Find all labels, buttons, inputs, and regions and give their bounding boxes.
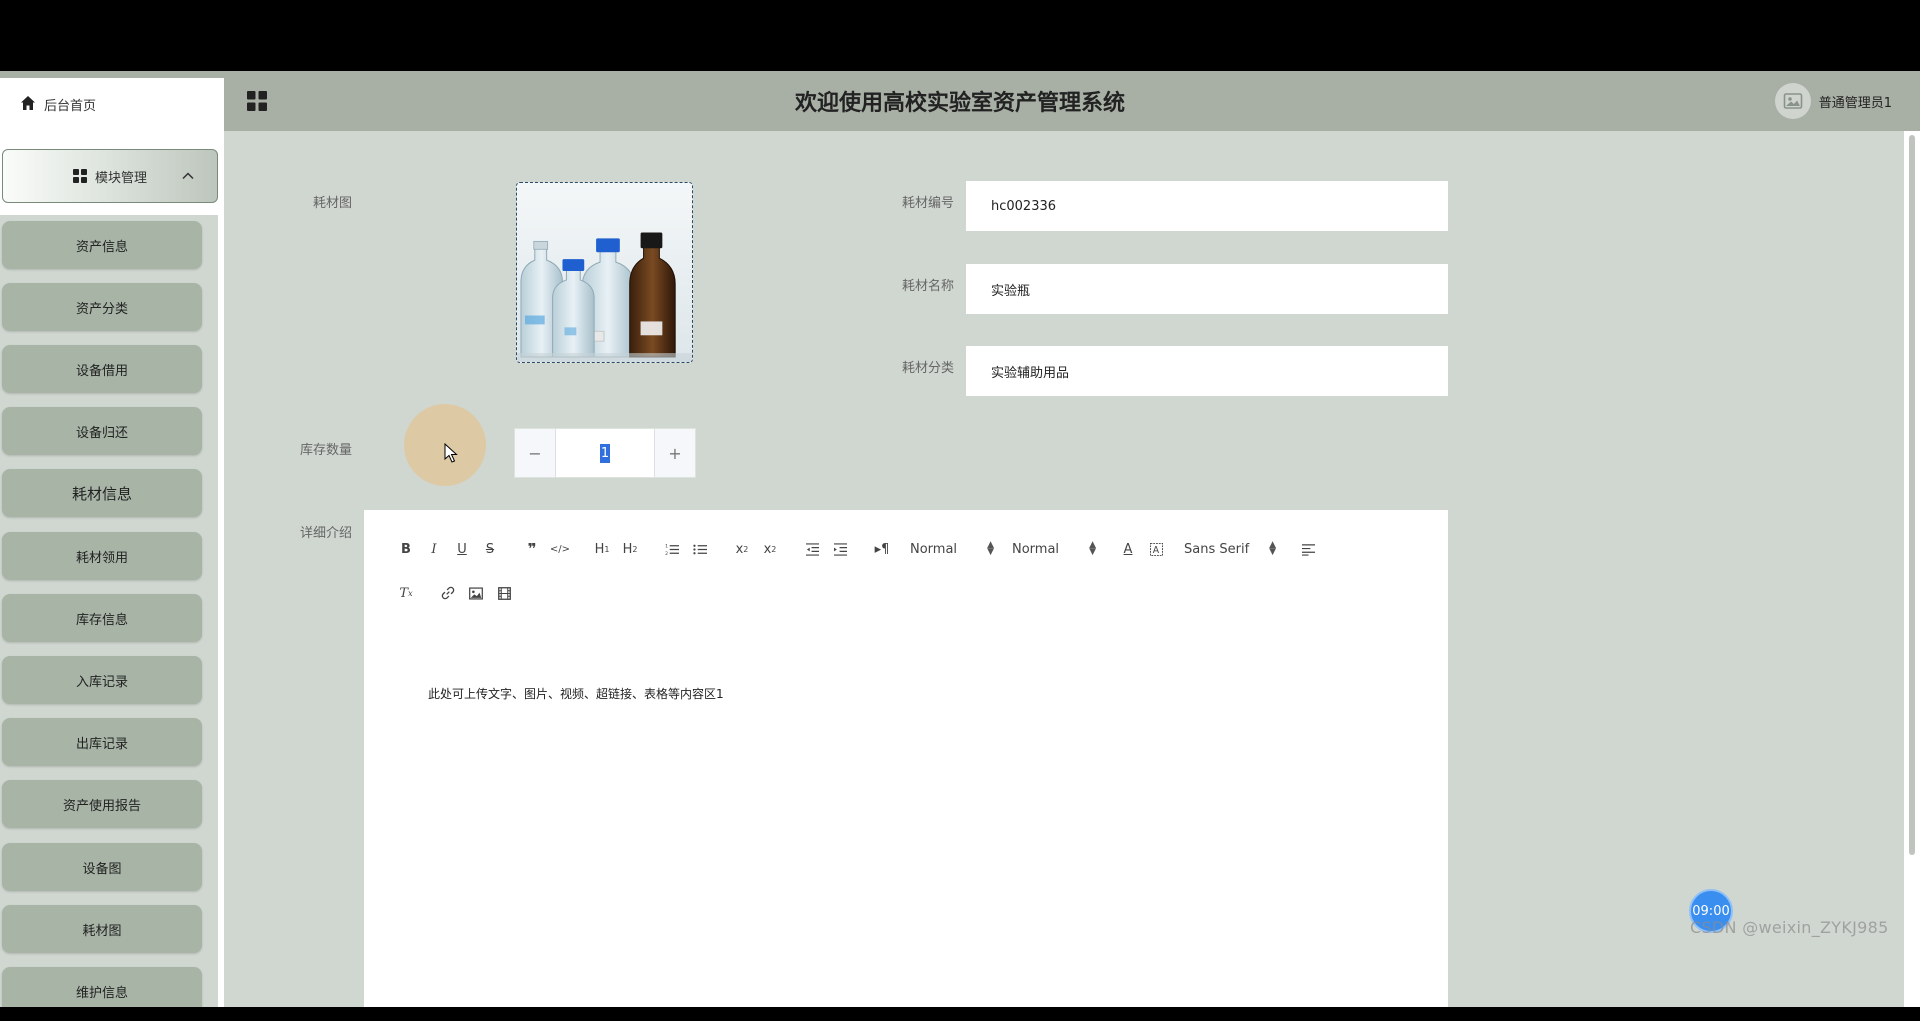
- sidebar-item-inbound-records[interactable]: 入库记录: [2, 656, 202, 704]
- bullet-list-icon[interactable]: [686, 538, 714, 560]
- heading1-icon[interactable]: H1: [588, 538, 616, 560]
- heading2-icon[interactable]: H2: [616, 538, 644, 560]
- code-label: 耗材编号: [901, 196, 954, 211]
- underline-icon[interactable]: U: [448, 538, 476, 560]
- sidebar-item-consumable-chart[interactable]: 耗材图: [2, 905, 202, 953]
- decrement-button[interactable]: −: [515, 429, 556, 477]
- align-icon[interactable]: [1294, 538, 1322, 560]
- clear-format-icon[interactable]: Tx: [392, 582, 420, 604]
- name-field[interactable]: 实验瓶: [966, 264, 1448, 314]
- consumable-image-upload[interactable]: [516, 182, 693, 363]
- superscript-icon[interactable]: x2: [756, 538, 784, 560]
- stock-quantity-stepper[interactable]: − 1 +: [514, 428, 696, 478]
- stock-label: 库存数量: [299, 443, 352, 458]
- bold-icon[interactable]: B: [392, 538, 420, 560]
- sidebar-item-asset-usage-report[interactable]: 资产使用报告: [2, 780, 202, 828]
- sidebar-item-equipment-chart[interactable]: 设备图: [2, 843, 202, 891]
- image-label: 耗材图: [312, 196, 352, 211]
- select-arrows-icon: ▲ ▼: [987, 540, 994, 557]
- size-select[interactable]: Normal ▲ ▼: [910, 538, 994, 560]
- sidebar-item-stock-info[interactable]: 库存信息: [2, 594, 202, 642]
- screen-bottom-border: [0, 1007, 1920, 1021]
- sidebar-item-asset-info[interactable]: 资产信息: [2, 221, 202, 269]
- outdent-icon[interactable]: [798, 538, 826, 560]
- header-select[interactable]: Normal ▲ ▼: [1012, 538, 1096, 560]
- watermark: CSDN @weixin_ZYKJ985: [1690, 918, 1889, 937]
- lab-bottles-image: [517, 183, 692, 362]
- rich-text-editor[interactable]: B I U S ❞ </> H1 H2 12 x 2 x 2 ▸¶ Normal…: [364, 510, 1448, 1007]
- header-select-value: Normal: [1012, 541, 1060, 557]
- background-color-icon[interactable]: A: [1142, 538, 1170, 560]
- select-arrows-icon: ▲ ▼: [1269, 540, 1276, 557]
- sidebar-item-maintenance-info[interactable]: 维护信息: [2, 967, 202, 1007]
- editor-content[interactable]: 此处可上传文字、图片、视频、超链接、表格等内容区1: [428, 685, 724, 702]
- category-field[interactable]: 实验辅助用品: [966, 346, 1448, 396]
- sidebar-item-outbound-records[interactable]: 出库记录: [2, 718, 202, 766]
- link-icon[interactable]: [434, 582, 462, 604]
- name-label: 耗材名称: [901, 279, 954, 294]
- font-select-value: Sans Serif: [1184, 541, 1250, 557]
- text-color-icon[interactable]: A: [1114, 538, 1142, 560]
- sidebar-submenu: 资产信息 资产分类 设备借用 设备归还 耗材信息 耗材领用 库存信息 入库记录 …: [0, 215, 218, 1007]
- svg-text:2: 2: [665, 551, 668, 556]
- sidebar-item-equipment-return[interactable]: 设备归还: [2, 407, 202, 455]
- sidebar-item-consumable-info[interactable]: 耗材信息: [2, 469, 202, 517]
- blockquote-icon[interactable]: ❞: [518, 538, 546, 560]
- increment-button[interactable]: +: [654, 429, 695, 477]
- category-label: 耗材分类: [901, 361, 954, 376]
- image-placeholder-icon: [1783, 93, 1803, 109]
- video-icon[interactable]: [490, 582, 518, 604]
- screen-top-border: [0, 0, 1920, 71]
- sidebar-item-equipment-borrow[interactable]: 设备借用: [2, 345, 202, 393]
- chevron-up-icon: [182, 172, 194, 180]
- sidebar-item-consumable-claim[interactable]: 耗材领用: [2, 532, 202, 580]
- size-select-value: Normal: [910, 541, 958, 557]
- text-direction-icon[interactable]: ▸¶: [868, 538, 896, 560]
- code-block-icon[interactable]: </>: [546, 538, 574, 560]
- sidebar-item-asset-category[interactable]: 资产分类: [2, 283, 202, 331]
- font-select[interactable]: Sans Serif ▲ ▼: [1184, 538, 1276, 560]
- scrollbar-thumb[interactable]: [1909, 135, 1915, 855]
- ordered-list-icon[interactable]: 12: [658, 538, 686, 560]
- sidebar: 模块管理 资产信息 资产分类 设备借用 设备归还 耗材信息 耗材领用 库存信息 …: [0, 131, 224, 1007]
- avatar[interactable]: [1774, 83, 1811, 119]
- top-header: 后台首页 欢迎使用高校实验室资产管理系统 普通管理员1: [0, 71, 1920, 131]
- sidebar-group-label: 模块管理: [94, 170, 147, 186]
- grid-icon: [72, 169, 87, 183]
- sidebar-group-module-management[interactable]: 模块管理: [2, 149, 218, 203]
- italic-icon[interactable]: I: [420, 538, 448, 560]
- select-arrows-icon: ▲ ▼: [1089, 540, 1096, 557]
- code-field[interactable]: hc002336: [966, 181, 1448, 231]
- svg-text:A: A: [1152, 545, 1159, 556]
- subscript-icon[interactable]: x2: [728, 538, 756, 560]
- mouse-cursor-icon: [444, 443, 458, 463]
- user-name: 普通管理员1: [1818, 95, 1892, 111]
- svg-text:1: 1: [665, 543, 668, 549]
- quantity-value: 1: [599, 443, 611, 463]
- image-icon[interactable]: [462, 582, 490, 604]
- indent-icon[interactable]: [826, 538, 854, 560]
- page-title: 欢迎使用高校实验室资产管理系统: [794, 91, 1125, 116]
- detail-label: 详细介绍: [299, 526, 352, 541]
- app-window: 后台首页 欢迎使用高校实验室资产管理系统 普通管理员1 模块管理 资产信息 资产…: [0, 71, 1920, 1007]
- strikethrough-icon[interactable]: S: [476, 538, 504, 560]
- user-menu[interactable]: 普通管理员1: [1774, 83, 1892, 119]
- quantity-input[interactable]: 1: [555, 429, 655, 477]
